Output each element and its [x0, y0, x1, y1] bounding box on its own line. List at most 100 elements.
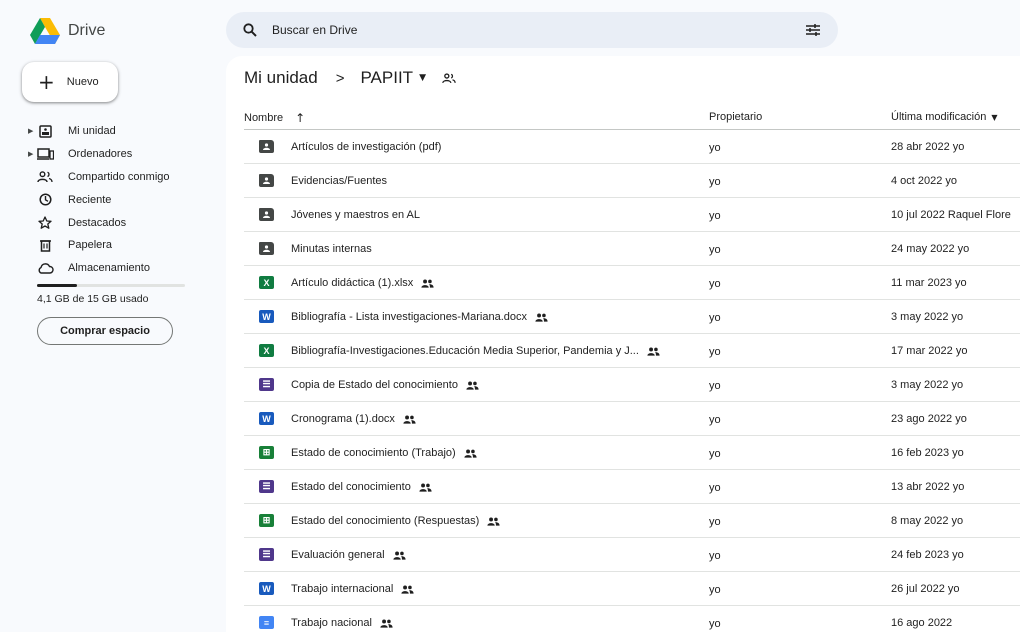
search-bar[interactable] [226, 12, 838, 48]
shared-people-icon [419, 483, 432, 492]
word-file-icon: W [259, 412, 274, 425]
expand-caret-icon[interactable]: ▶ [28, 150, 34, 158]
sidebar-item-label: Almacenamiento [68, 262, 150, 275]
table-row[interactable]: ⊞ Estado de conocimiento (Trabajo) yo 16 fe… [244, 436, 1020, 470]
word-file-icon: W [259, 582, 274, 595]
file-name-cell: Cronograma (1).docx [291, 413, 416, 425]
table-row[interactable]: Artículos de investigación (pdf) yo 28 abr… [244, 130, 1020, 164]
table-row[interactable]: W Cronograma (1).docx yo 23 ago 2022 yo [244, 402, 1020, 436]
file-name-cell: Estado del conocimiento [291, 481, 432, 493]
excel-file-icon: X [259, 276, 274, 289]
storage-progress-bar [37, 284, 185, 287]
google-forms-icon: ☰ [259, 548, 274, 561]
word-file-icon: W [259, 310, 274, 323]
table-row[interactable]: ⊞ Estado del conocimiento (Respuestas) yo 8… [244, 504, 1020, 538]
table-row[interactable]: Jóvenes y maestros en AL yo 10 jul 2022 Ra… [244, 198, 1020, 232]
search-icon[interactable] [242, 22, 258, 38]
file-modified: 13 abr 2022 yo [891, 481, 965, 493]
file-name: Estado del conocimiento (Respuestas) [291, 515, 480, 527]
excel-file-icon: X [259, 344, 274, 357]
table-row[interactable]: Minutas internas yo 24 may 2022 yo [244, 232, 1020, 266]
search-options-icon[interactable] [804, 21, 822, 39]
sidebar-item-label: Mi unidad [68, 125, 116, 138]
file-name: Bibliografía - Lista investigaciones-Mar… [291, 311, 528, 323]
google-sheets-icon: ⊞ [259, 514, 274, 527]
file-name: Trabajo internacional [291, 583, 394, 595]
shared-people-icon [535, 313, 548, 322]
column-header-owner[interactable]: Propietario [709, 111, 762, 123]
table-row[interactable]: Evidencias/Fuentes yo 4 oct 2022 yo [244, 164, 1020, 198]
column-modified-label: Última modificación [891, 111, 987, 123]
file-name-cell: Bibliografía - Lista investigaciones-Mar… [291, 311, 548, 323]
file-modified: 3 may 2022 yo [891, 311, 964, 323]
expand-caret-icon[interactable]: ▶ [28, 127, 34, 135]
search-input[interactable] [272, 23, 804, 37]
file-modified: 16 ago 2022 [891, 617, 953, 629]
sidebar-item-computers[interactable]: ▶ Ordenadores [28, 143, 208, 166]
file-name: Artículos de investigación (pdf) [291, 141, 442, 153]
file-owner: yo [709, 278, 721, 290]
file-name-cell: Jóvenes y maestros en AL [291, 209, 420, 221]
file-name: Bibliografía-Investigaciones.Educación M… [291, 345, 639, 357]
file-name-cell: Estado del conocimiento (Respuestas) [291, 515, 500, 527]
file-modified: 26 jul 2022 yo [891, 583, 960, 595]
file-modified: 4 oct 2022 yo [891, 175, 958, 187]
shared-people-icon [466, 381, 479, 390]
sidebar-item-my-drive[interactable]: ▶ Mi unidad [28, 120, 208, 143]
sidebar-item-recent[interactable]: Reciente [28, 188, 208, 211]
table-row[interactable]: ☰ Evaluación general yo 24 feb 2023 yo [244, 538, 1020, 572]
file-list: Artículos de investigación (pdf) yo 28 abr… [244, 130, 1020, 632]
sidebar-item-trash[interactable]: Papelera [28, 234, 208, 257]
file-name: Evaluación general [291, 549, 385, 561]
breadcrumb-root[interactable]: Mi unidad [244, 68, 318, 88]
table-row[interactable]: ☰ Copia de Estado del conocimiento yo 3 may… [244, 368, 1020, 402]
table-row[interactable]: W Trabajo internacional yo 26 jul 2022 yo [244, 572, 1020, 606]
shared-people-icon [401, 585, 414, 594]
file-name-cell: Copia de Estado del conocimiento [291, 379, 479, 391]
file-owner: yo [709, 176, 721, 188]
breadcrumb-current[interactable]: PAPIIT [360, 68, 413, 88]
table-row[interactable]: W Bibliografía - Lista investigaciones-Ma… [244, 300, 1020, 334]
file-modified: 3 may 2022 yo [891, 379, 964, 391]
sidebar-item-shared-with-me[interactable]: Compartido conmigo [28, 166, 208, 189]
shared-people-icon [487, 517, 500, 526]
sidebar-item-starred[interactable]: Destacados [28, 211, 208, 234]
file-name: Evidencias/Fuentes [291, 175, 387, 187]
shared-people-icon [403, 415, 416, 424]
file-name-cell: Artículos de investigación (pdf) [291, 141, 441, 153]
plus-icon: + [38, 70, 55, 94]
file-modified: 10 jul 2022 Raquel Flore [891, 209, 1011, 221]
file-owner: yo [709, 346, 721, 358]
file-owner: yo [709, 142, 721, 154]
file-name-cell: Evaluación general [291, 549, 406, 561]
file-owner: yo [709, 550, 721, 562]
file-name: Copia de Estado del conocimiento [291, 379, 458, 391]
file-owner: yo [709, 584, 721, 596]
file-name: Minutas internas [291, 243, 372, 255]
drive-logo[interactable]: Drive [30, 18, 105, 44]
shared-people-icon [392, 551, 406, 560]
file-owner: yo [709, 210, 721, 222]
table-row[interactable]: ≡ Trabajo nacional yo 16 ago 2022 [244, 606, 1020, 632]
my-drive-icon [36, 124, 54, 138]
sidebar-item-storage[interactable]: Almacenamiento [28, 257, 208, 280]
column-header-modified[interactable]: Última modificación ▼ [891, 111, 998, 123]
shared-folder-icon [259, 242, 274, 255]
new-button[interactable]: + Nuevo [22, 62, 118, 102]
chevron-down-icon[interactable]: ▼ [991, 113, 997, 122]
sort-up-arrow-icon[interactable]: ↑ [295, 111, 305, 125]
folder-menu-caret-icon[interactable]: ▼ [419, 73, 426, 83]
table-row[interactable]: X Bibliografía-Investigaciones.Educación … [244, 334, 1020, 368]
table-row[interactable]: ☰ Estado del conocimiento yo 13 abr 2022 yo [244, 470, 1020, 504]
new-button-label: Nuevo [66, 76, 99, 88]
table-row[interactable]: X Artículo didáctica (1).xlsx yo 11 mar 202… [244, 266, 1020, 300]
buy-storage-button[interactable]: Comprar espacio [37, 317, 173, 345]
file-owner: yo [709, 618, 721, 630]
column-header-name[interactable]: Nombre ↑ [244, 111, 305, 125]
file-name-cell: Artículo didáctica (1).xlsx [291, 277, 434, 289]
file-name: Artículo didáctica (1).xlsx [291, 277, 414, 289]
shared-folder-icon [259, 174, 274, 187]
drive-logo-icon [30, 18, 60, 44]
shared-with-me-icon [36, 170, 54, 184]
buy-storage-label: Comprar espacio [60, 325, 150, 337]
